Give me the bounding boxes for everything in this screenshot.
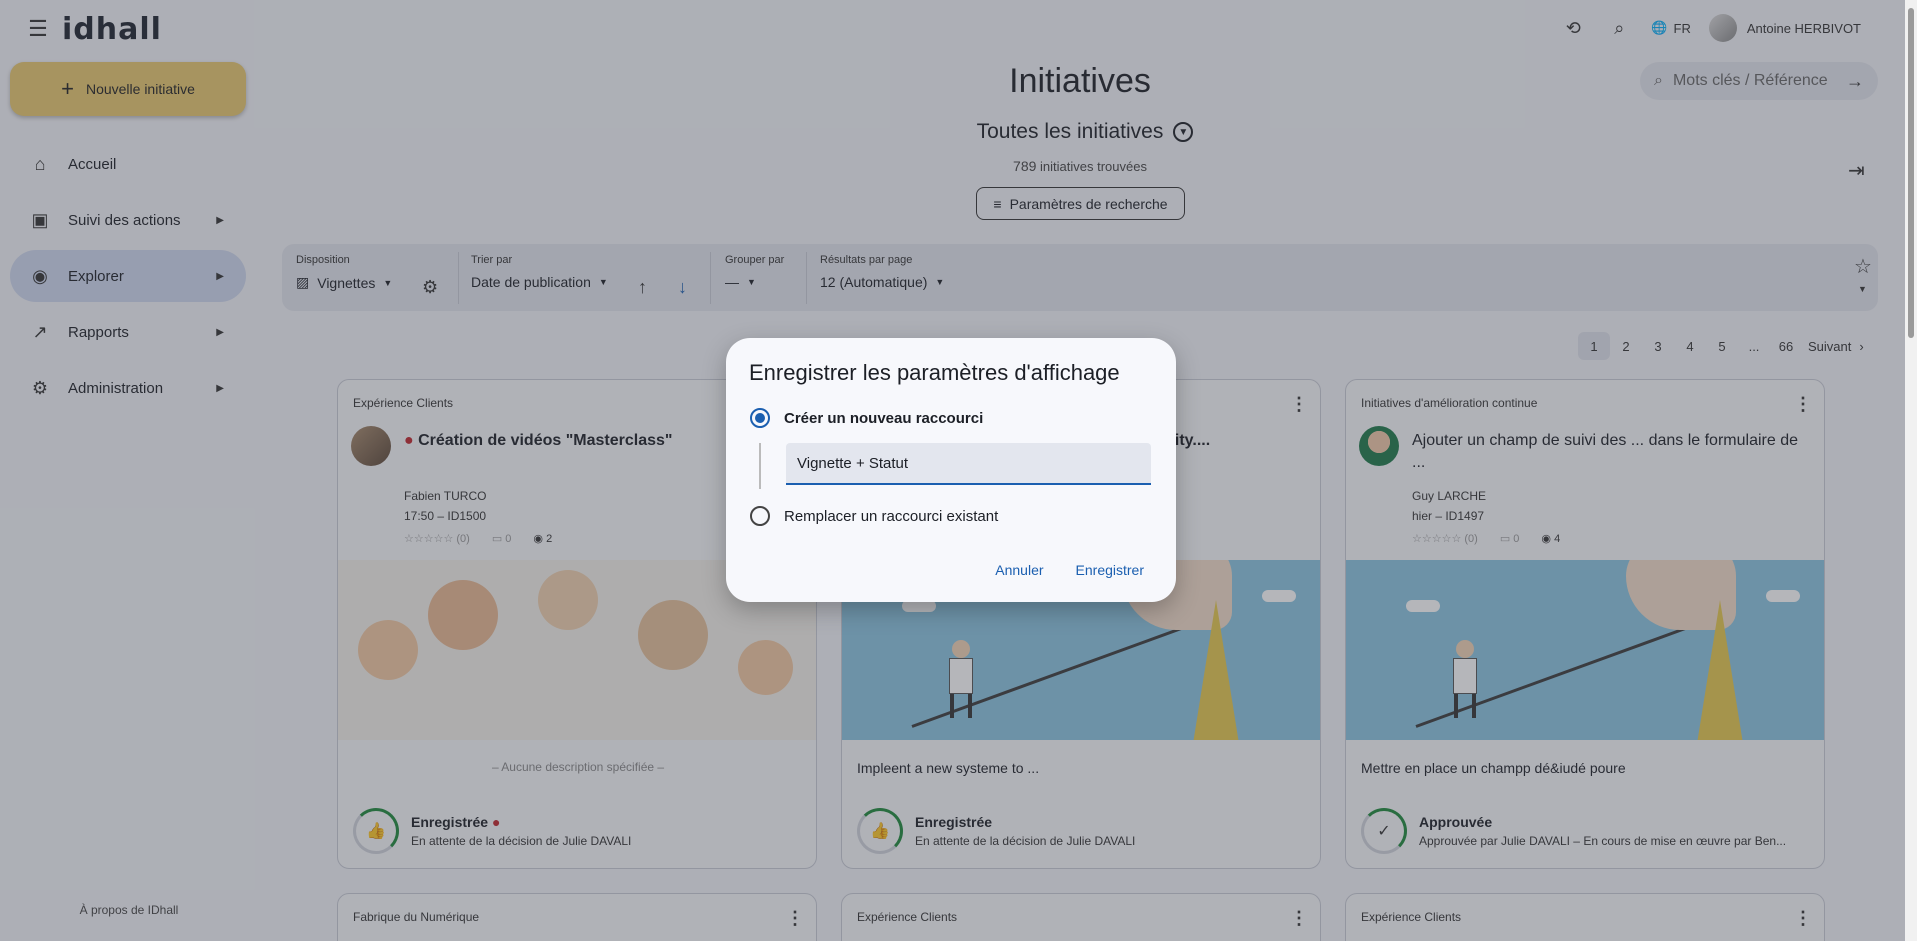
scrollbar-thumb[interactable] <box>1908 8 1914 338</box>
indent-bar <box>759 443 761 489</box>
cancel-button[interactable]: Annuler <box>995 562 1043 578</box>
radio-replace-shortcut[interactable] <box>750 506 770 526</box>
option-new-shortcut[interactable]: Créer un nouveau raccourci <box>750 408 983 428</box>
radio-new-shortcut[interactable] <box>750 408 770 428</box>
scrollbar[interactable] <box>1905 0 1917 941</box>
shortcut-name-input[interactable] <box>786 443 1151 485</box>
dialog-actions: Annuler Enregistrer <box>995 562 1144 578</box>
save-button[interactable]: Enregistrer <box>1076 562 1144 578</box>
save-display-settings-dialog: Enregistrer les paramètres d'affichage C… <box>726 338 1176 602</box>
option-replace-shortcut[interactable]: Remplacer un raccourci existant <box>750 506 998 526</box>
dialog-title: Enregistrer les paramètres d'affichage <box>749 360 1120 385</box>
